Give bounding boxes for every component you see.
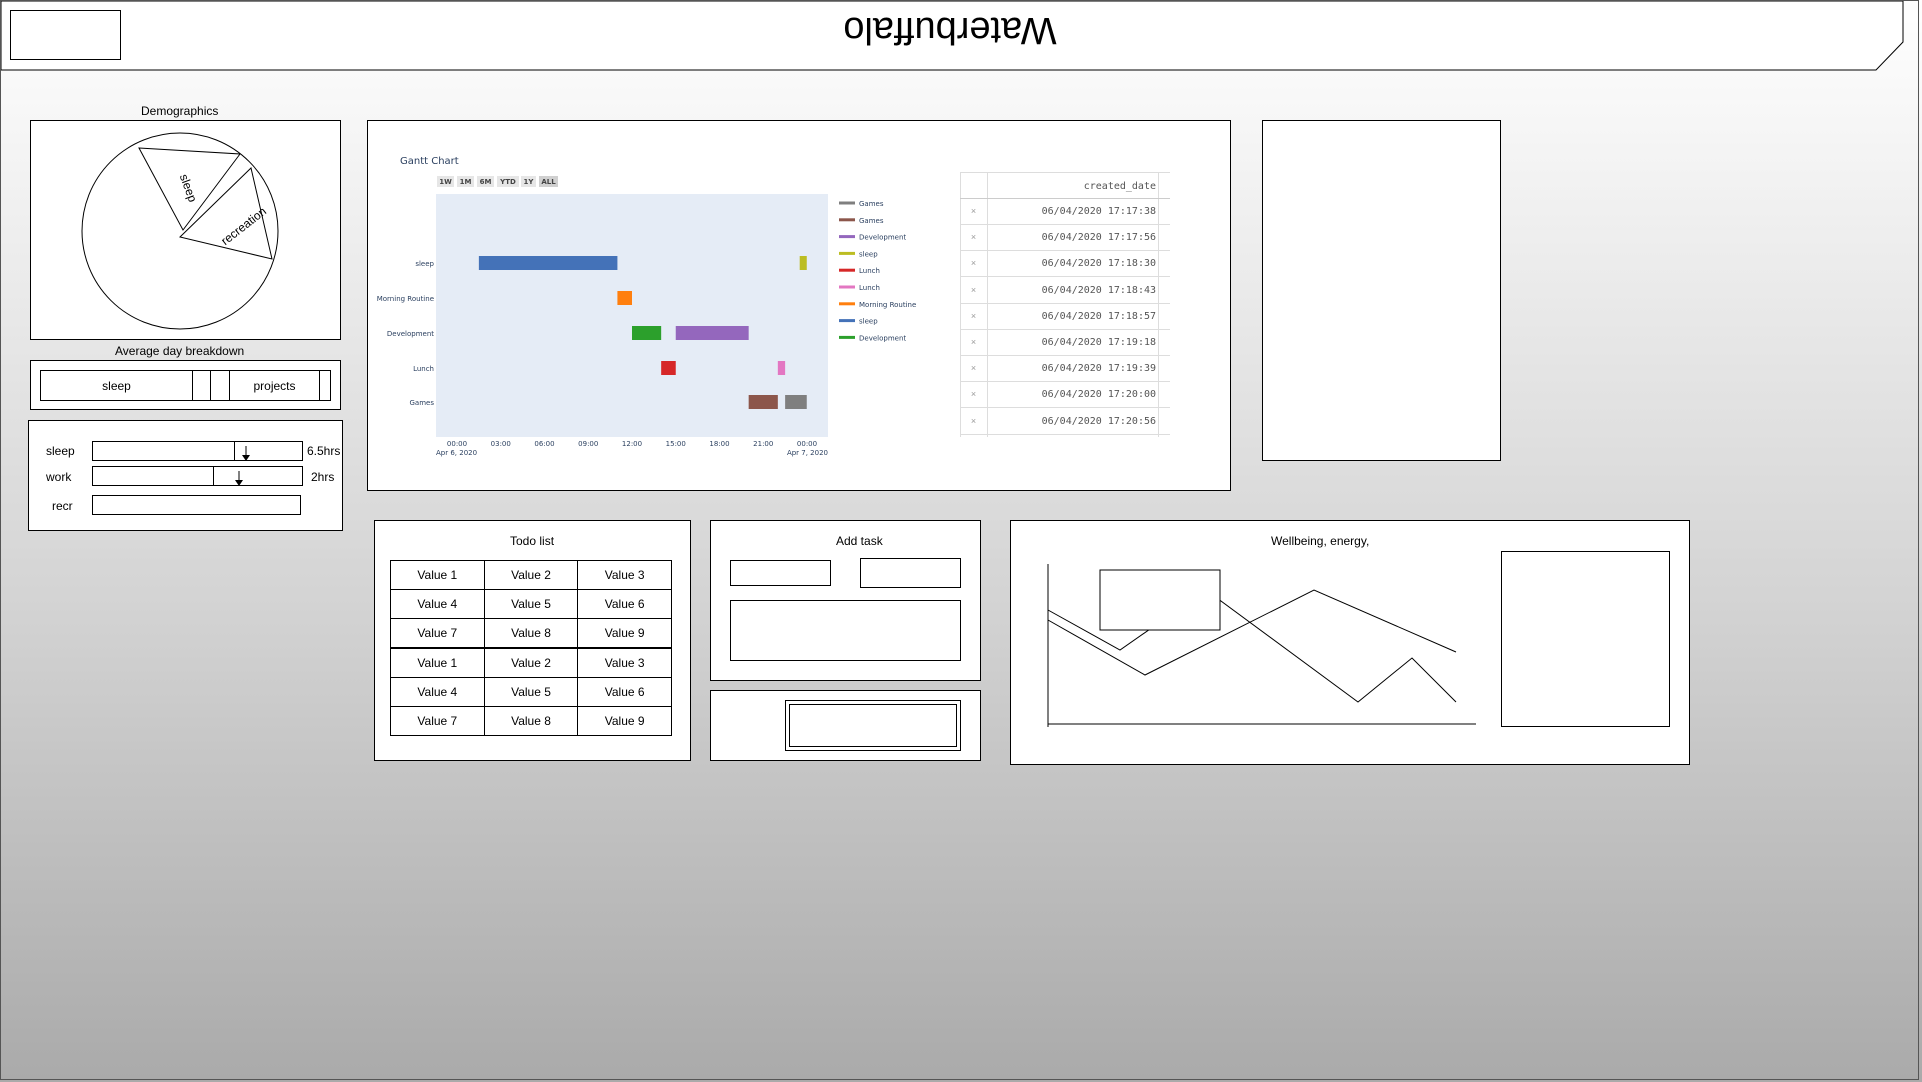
- gantt-bar-lunch[interactable]: [777, 361, 786, 375]
- side-placeholder-panel[interactable]: [1262, 120, 1501, 461]
- gantt-x-tick-label: 12:00: [622, 440, 642, 448]
- todo-cell[interactable]: Value 9: [577, 618, 672, 649]
- slider-label-recr: recr: [52, 499, 73, 513]
- created-date-cell[interactable]: 06/04/2020 17:18:57: [990, 311, 1156, 322]
- gantt-legend-label[interactable]: Games: [859, 217, 884, 225]
- todo-cell[interactable]: Value 4: [390, 677, 485, 707]
- todo-cell[interactable]: Value 7: [390, 618, 485, 649]
- todo-cell[interactable]: Value 8: [483, 618, 579, 649]
- gantt-y-tick-label: Games: [410, 399, 435, 407]
- delete-row-icon[interactable]: ×: [960, 416, 987, 426]
- todo-cell[interactable]: Value 2: [483, 560, 579, 590]
- gantt-bar-development[interactable]: [632, 326, 662, 340]
- delete-row-icon[interactable]: ×: [960, 311, 987, 321]
- delete-row-icon[interactable]: ×: [960, 285, 987, 295]
- gantt-x-end-date: Apr 7, 2020: [787, 449, 828, 457]
- submit-button[interactable]: [785, 700, 961, 751]
- delete-row-icon[interactable]: ×: [960, 337, 987, 347]
- gantt-x-tick-label: 00:00: [797, 440, 817, 448]
- todo-cell[interactable]: Value 9: [577, 706, 672, 736]
- gantt-bar-lunch[interactable]: [661, 361, 676, 375]
- created-date-header[interactable]: created_date: [1060, 181, 1156, 192]
- todo-cell[interactable]: Value 7: [390, 706, 485, 736]
- gantt-legend-label[interactable]: Games: [859, 200, 884, 208]
- created-date-cell[interactable]: 06/04/2020 17:18:43: [990, 285, 1156, 296]
- task-name-input[interactable]: [730, 560, 831, 586]
- todo-row[interactable]: Value 7 Value 8 Value 9: [390, 618, 672, 649]
- delete-row-icon[interactable]: ×: [960, 232, 987, 242]
- todo-row[interactable]: Value 4 Value 5 Value 6: [390, 589, 672, 619]
- delete-row-icon[interactable]: ×: [960, 389, 987, 399]
- gantt-x-tick-label: 09:00: [578, 440, 598, 448]
- gantt-x-tick-label: 03:00: [491, 440, 511, 448]
- todo-row[interactable]: Value 7 Value 8 Value 9: [390, 706, 672, 736]
- created-date-cell[interactable]: 06/04/2020 17:19:39: [990, 363, 1156, 374]
- todo-table: Value 1 Value 2 Value 3 Value 4 Value 5 Value…: [390, 560, 672, 736]
- gantt-bar-development[interactable]: [675, 326, 749, 340]
- add-task-title: Add task: [836, 534, 883, 548]
- gantt-legend-label[interactable]: Development: [859, 234, 906, 242]
- gantt-x-tick-label: 06:00: [534, 440, 554, 448]
- created-date-cell[interactable]: 06/04/2020 17:20:56: [990, 416, 1156, 427]
- todo-cell[interactable]: Value 5: [483, 677, 579, 707]
- gantt-y-tick-label: Morning Routine: [377, 295, 434, 303]
- todo-cell[interactable]: Value 3: [577, 647, 672, 678]
- todo-cell[interactable]: Value 5: [483, 589, 579, 619]
- todo-title: Todo list: [510, 534, 555, 548]
- gantt-y-tick-label: sleep: [415, 260, 434, 268]
- gantt-y-tick-label: Lunch: [413, 365, 434, 373]
- wellbeing-side-box[interactable]: [1501, 551, 1670, 727]
- gantt-legend-label[interactable]: Lunch: [859, 284, 880, 292]
- gantt-bar-games[interactable]: [785, 395, 807, 409]
- todo-cell[interactable]: Value 1: [390, 560, 485, 590]
- created-date-cell[interactable]: 06/04/2020 17:18:30: [990, 258, 1156, 269]
- delete-row-icon[interactable]: ×: [960, 206, 987, 216]
- todo-cell[interactable]: Value 8: [483, 706, 579, 736]
- gantt-x-tick-label: 00:00: [447, 440, 467, 448]
- todo-cell[interactable]: Value 6: [577, 677, 672, 707]
- delete-row-icon[interactable]: ×: [960, 363, 987, 373]
- gantt-x-tick-label: 15:00: [666, 440, 686, 448]
- todo-row[interactable]: Value 1 Value 2 Value 3: [390, 560, 672, 590]
- created-date-table: created_date × 06/04/2020 17:17:38 × 06/04/…: [960, 172, 1170, 437]
- gantt-bar-games[interactable]: [748, 395, 778, 409]
- todo-cell[interactable]: Value 3: [577, 560, 672, 590]
- todo-row[interactable]: Value 1 Value 2 Value 3: [390, 647, 672, 678]
- todo-cell[interactable]: Value 2: [483, 647, 579, 678]
- gantt-x-start-date: Apr 6, 2020: [436, 449, 477, 457]
- todo-cell[interactable]: Value 1: [390, 647, 485, 678]
- gantt-legend-label[interactable]: Development: [859, 334, 906, 342]
- gantt-x-tick-label: 21:00: [753, 440, 773, 448]
- gantt-x-tick-label: 18:00: [709, 440, 729, 448]
- todo-row[interactable]: Value 4 Value 5 Value 6: [390, 677, 672, 707]
- delete-row-icon[interactable]: ×: [960, 258, 987, 268]
- created-date-cell[interactable]: 06/04/2020 17:20:00: [990, 389, 1156, 400]
- gantt-legend-label[interactable]: sleep: [859, 318, 878, 326]
- task-description-input[interactable]: [730, 600, 961, 661]
- created-date-cell[interactable]: 06/04/2020 17:17:56: [990, 232, 1156, 243]
- gantt-legend-label[interactable]: Lunch: [859, 267, 880, 275]
- todo-cell[interactable]: Value 4: [390, 589, 485, 619]
- gantt-legend-label[interactable]: Morning Routine: [859, 301, 916, 309]
- gantt-bar-morning-routine[interactable]: [617, 291, 632, 305]
- gantt-bar-sleep[interactable]: [478, 256, 618, 270]
- wellbeing-tooltip-box: [1099, 569, 1221, 631]
- todo-cell[interactable]: Value 6: [577, 589, 672, 619]
- gantt-bar-sleep[interactable]: [799, 256, 807, 270]
- gantt-legend-label[interactable]: sleep: [859, 250, 878, 258]
- created-date-cell[interactable]: 06/04/2020 17:19:18: [990, 337, 1156, 348]
- task-time-input[interactable]: [860, 558, 961, 588]
- created-date-cell[interactable]: 06/04/2020 17:17:38: [990, 206, 1156, 217]
- gantt-y-tick-label: Development: [387, 330, 434, 338]
